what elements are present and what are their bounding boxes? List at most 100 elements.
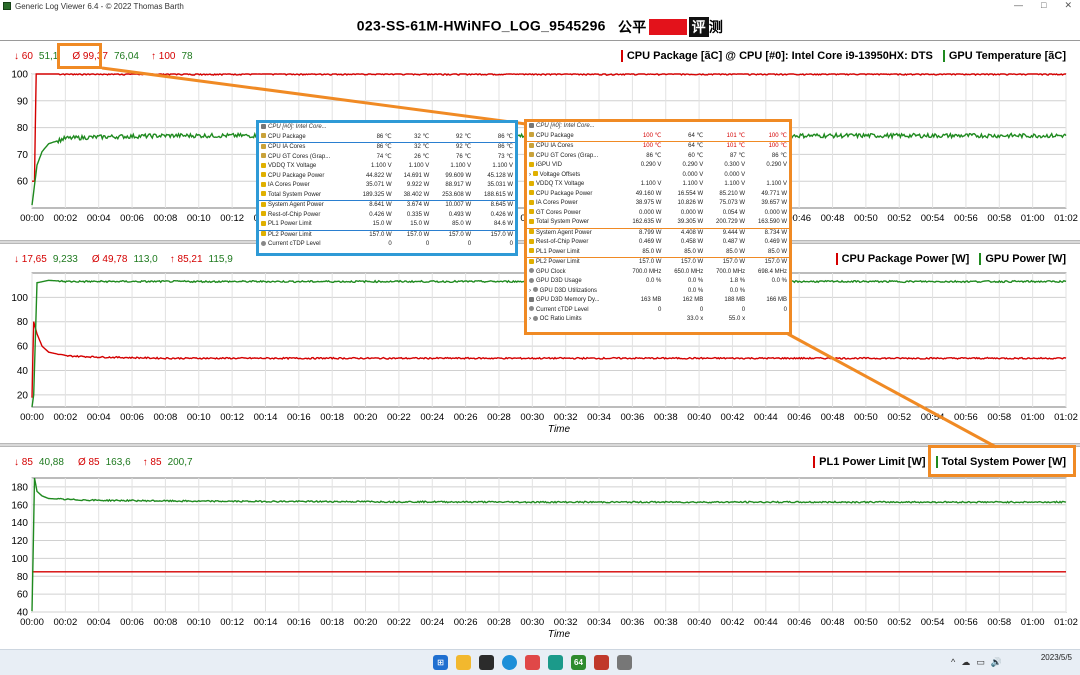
- sensor-row[interactable]: CPU IA Cores 86 ℃ 32 ℃ 92 ℃ 86 ℃: [259, 143, 515, 153]
- sensor-row[interactable]: System Agent Power 8.799 W 4.408 W 9.444 W 8…: [527, 228, 789, 238]
- avg-value: 166 MB: [766, 297, 787, 303]
- chart2-legend-gpu[interactable]: GPU Power [W]: [979, 253, 1066, 265]
- sensor-row[interactable]: Rest-of-Chip Power 0.469 W 0.458 W 0.487 W 0…: [527, 238, 789, 248]
- legend-swatch-green: [942, 50, 945, 62]
- sensor-row[interactable]: GPU D3D Memory Dy... 163 MB 162 MB 188 MB 16…: [527, 296, 789, 306]
- avg-value: 86 ℃: [771, 152, 787, 159]
- tray-expand-icon[interactable]: ^: [951, 657, 955, 668]
- chart3-legend-pl1[interactable]: PL1 Power Limit [W]: [813, 456, 926, 468]
- max-value: 0: [741, 306, 746, 313]
- sensor-row[interactable]: IA Cores Power 38.975 W 10.826 W 75.073 W 39…: [527, 199, 789, 209]
- sensor-row[interactable]: Total System Power 189.325 W 38.402 W 253.6…: [259, 190, 515, 201]
- max-value: 92 ℃: [456, 144, 472, 150]
- sensor-row[interactable]: CPU Package 100 ℃ 64 ℃ 101 ℃ 100 ℃: [527, 131, 789, 142]
- hwinfo-icon[interactable]: 64: [571, 655, 586, 670]
- display-icon[interactable]: ▭: [976, 657, 985, 668]
- sensor-row[interactable]: IA Cores Power 35.071 W 9.922 W 88.917 W 35.…: [259, 181, 515, 191]
- sensor-row[interactable]: VDDQ TX Voltage 1.100 V 1.100 V 1.100 V 1.10…: [527, 180, 789, 190]
- x-tick-label: 00:56: [954, 617, 978, 628]
- current-value: 35.071 W: [365, 182, 392, 188]
- sensor-row[interactable]: › Voltage Offsets 0.000 V 0.000 V: [527, 171, 789, 181]
- current-value: 8.799 W: [639, 229, 662, 236]
- max-value: 700.0 MHz: [716, 268, 746, 275]
- legend-swatch-green: [979, 253, 982, 265]
- app-dark-icon[interactable]: [479, 655, 494, 670]
- chart1-legend-gpu[interactable]: GPU Temperature [ãC]: [942, 50, 1066, 62]
- sensor-row[interactable]: GPU Clock 700.0 MHz 650.0 MHz 700.0 MHz 698.…: [527, 268, 789, 278]
- minimize-button[interactable]: —: [1014, 0, 1023, 11]
- chart3-plot[interactable]: 40608010012014016018000:00 00:02 00:04 00:0…: [0, 473, 1080, 645]
- current-value: 157.0 W: [639, 259, 662, 265]
- min-value: 16.554 W: [677, 190, 704, 197]
- chart1-stats: ↓ 60 51,1 Ø 99,37 76,04 ↑ 100 78: [14, 51, 193, 62]
- avg-value: 1.100 V: [766, 181, 787, 187]
- volume-icon[interactable]: 🔊: [991, 657, 1002, 668]
- x-axis-label: Time: [548, 629, 571, 640]
- max-value: 188 MB: [724, 297, 746, 303]
- sensor-row[interactable]: CPU GT Cores (Grap... 86 ℃ 60 ℃ 87 ℃ 86 ℃: [527, 152, 789, 162]
- current-value: [622, 287, 664, 297]
- x-tick-label: 01:00: [1021, 617, 1045, 628]
- avg-value: 100 ℃: [768, 143, 787, 149]
- x-tick-label: 01:02: [1054, 617, 1078, 628]
- sensor-row[interactable]: CPU Package 86 ℃ 32 ℃ 92 ℃ 86 ℃: [259, 132, 515, 143]
- sensor-row[interactable]: CPU Package Power 49.160 W 16.554 W 85.210 …: [527, 190, 789, 200]
- sensor-row[interactable]: GPU D3D Usage 0.0 % 0.0 % 1.8 % 0.0 %: [527, 277, 789, 287]
- close-button[interactable]: ✕: [1064, 0, 1072, 11]
- windows-start-icon[interactable]: ⊞: [433, 655, 448, 670]
- max-value: 88.917 W: [445, 182, 472, 188]
- bolt-icon: [261, 211, 266, 217]
- sensor-row[interactable]: iGPU VID 0.290 V 0.290 V 0.300 V 0.290 V: [527, 161, 789, 171]
- sensor-row[interactable]: CPU Package Power 44.822 W 14.691 W 99.609 …: [259, 172, 515, 182]
- log-file-title: 023-SS-61M-HWiNFO_LOG_9545296 公平 评 测: [0, 17, 1080, 37]
- edge-icon[interactable]: [502, 655, 517, 670]
- y-tick-label: 60: [17, 177, 29, 188]
- bolt-icon: [529, 248, 534, 254]
- sensor-label: GPU Clock: [527, 268, 622, 278]
- snipping-icon[interactable]: [525, 655, 540, 670]
- current-value: 0.290 V: [640, 162, 662, 168]
- maximize-button[interactable]: □: [1041, 0, 1046, 11]
- sensor-row[interactable]: CPU IA Cores 100 ℃ 64 ℃ 101 ℃ 100 ℃: [527, 142, 789, 152]
- file-explorer-icon[interactable]: [456, 655, 471, 670]
- x-tick-label: 00:20: [354, 412, 378, 423]
- app-gray-icon[interactable]: [617, 655, 632, 670]
- sensor-row[interactable]: System Agent Power 8.641 W 3.674 W 10.007 W…: [259, 201, 515, 211]
- min-value: 0: [425, 241, 430, 247]
- clock[interactable]: 2023/5/5: [1041, 653, 1072, 663]
- avg-value: 86 ℃: [473, 132, 515, 143]
- annotation-total-power-highlight: [928, 445, 1076, 477]
- app-teal-icon[interactable]: [548, 655, 563, 670]
- current-value: 44.822 W: [365, 172, 392, 179]
- sensor-row[interactable]: Total System Power 162.635 W 39.305 W 200.7…: [527, 218, 789, 229]
- x-tick-label: 00:06: [120, 412, 144, 423]
- chart3-min2: 40,88: [38, 457, 64, 468]
- sensor-row[interactable]: › OC Ratio Limits 33.0 x 55.0 x: [527, 315, 789, 325]
- min-value: 60 ℃: [688, 152, 704, 159]
- cloud-icon[interactable]: ☁: [961, 657, 970, 668]
- brand-red-block: [648, 19, 687, 35]
- sensor-row[interactable]: › GPU D3D Utilizations 0.0 % 0.0 %: [527, 287, 789, 297]
- sensor-row[interactable]: PL2 Power Limit 157.0 W 157.0 W 157.0 W 157.…: [527, 258, 789, 268]
- sensor-row[interactable]: Current cTDP Level 0 0 0 0: [527, 306, 789, 316]
- x-tick-label: 00:52: [887, 213, 911, 224]
- sensor-label: CPU Package: [527, 131, 622, 142]
- sensor-row[interactable]: Current cTDP Level 0 0 0 0: [259, 240, 515, 250]
- sensor-row[interactable]: CPU GT Cores (Grap... 74 ℃ 26 ℃ 76 ℃ 73 ℃: [259, 153, 515, 163]
- max-value: 0.300 V: [724, 162, 746, 168]
- avg-value: 35.031 W: [487, 182, 513, 188]
- chart-splitter-2[interactable]: [0, 443, 1080, 447]
- sensor-row[interactable]: GT Cores Power 0.000 W 0.000 W 0.054 W 0.000…: [527, 209, 789, 219]
- sensor-row[interactable]: Rest-of-Chip Power 0.426 W 0.335 W 0.493 W 0…: [259, 211, 515, 221]
- sensor-row[interactable]: PL1 Power Limit 15.0 W 15.0 W 85.0 W 84.6 W: [259, 220, 515, 231]
- y-tick-label: 120: [11, 536, 28, 547]
- avg-value: 0.469 W: [764, 239, 787, 245]
- sensor-row[interactable]: PL1 Power Limit 85.0 W 85.0 W 85.0 W 85.0 W: [527, 247, 789, 258]
- sensor-row[interactable]: VDDQ TX Voltage 1.100 V 1.100 V 1.100 V 1.10…: [259, 162, 515, 172]
- current-value: 8.641 W: [369, 202, 392, 208]
- app-red-icon[interactable]: [594, 655, 609, 670]
- chart2-legend-cpu[interactable]: CPU Package Power [W]: [835, 253, 969, 265]
- chart1-legend-cpu[interactable]: CPU Package [ãC] @ CPU [#0]: Intel Core …: [620, 50, 933, 62]
- max-value: 85.210 W: [719, 190, 746, 197]
- sensor-row[interactable]: PL2 Power Limit 157.0 W 157.0 W 157.0 W 157.…: [259, 230, 515, 240]
